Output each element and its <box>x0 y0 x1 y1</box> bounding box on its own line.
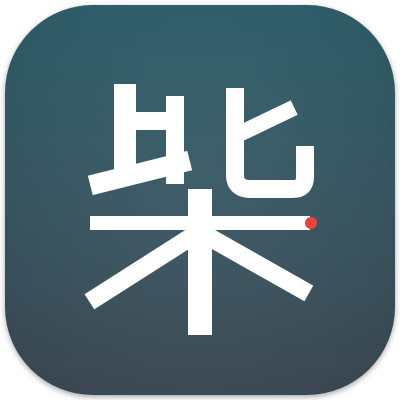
app-icon-artwork <box>5 5 395 395</box>
app-icon[interactable] <box>5 5 395 395</box>
accent-dot <box>305 217 317 229</box>
